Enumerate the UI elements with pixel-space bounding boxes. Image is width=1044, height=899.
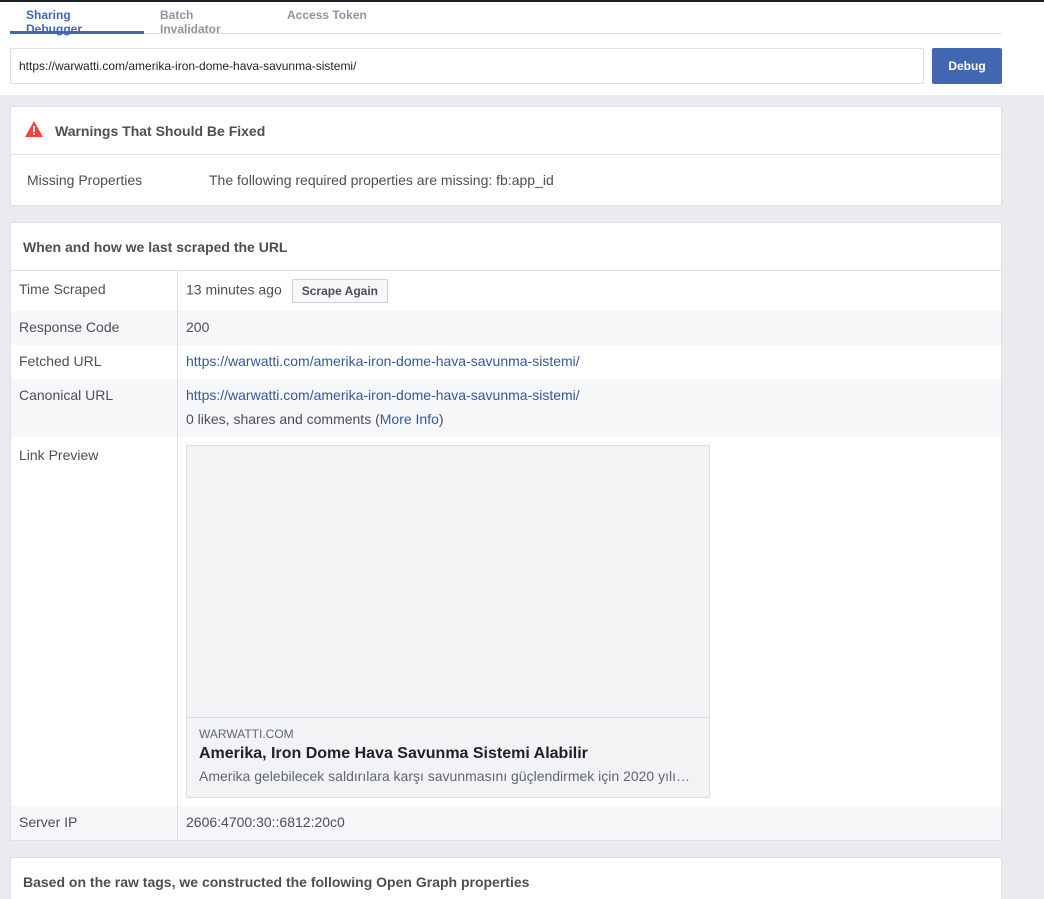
tab-sharing-debugger[interactable]: Sharing Debugger — [10, 2, 144, 36]
link-preview-card[interactable]: WARWATTI.COM Amerika, Iron Dome Hava Sav… — [186, 445, 710, 798]
time-scraped-cell: 13 minutes ago Scrape Again — [178, 271, 1001, 311]
engagement-close: ) — [438, 411, 444, 427]
fetched-url-row: Fetched URL https://warwatti.com/amerika… — [11, 345, 1001, 379]
preview-domain: WARWATTI.COM — [199, 727, 294, 741]
missing-properties-row: Missing Properties The following require… — [11, 155, 1001, 205]
response-code-value: 200 — [186, 319, 210, 335]
canonical-url-label: Canonical URL — [11, 379, 178, 437]
server-ip-label: Server IP — [11, 806, 178, 840]
response-code-label: Response Code — [11, 311, 178, 345]
preview-image — [187, 446, 709, 718]
og-title: Based on the raw tags, we constructed th… — [23, 874, 530, 890]
time-scraped-value: 13 minutes ago — [186, 281, 282, 298]
scrape-again-button[interactable]: Scrape Again — [291, 279, 388, 303]
time-scraped-label: Time Scraped — [11, 271, 178, 311]
missing-properties-label: Missing Properties — [27, 172, 143, 188]
toolbar-area: Sharing Debugger Batch Invalidator Acces… — [0, 0, 1044, 95]
response-code-row: Response Code 200 — [11, 311, 1001, 345]
server-ip-value: 2606:4700:30::6812:20c0 — [186, 814, 345, 830]
warning-triangle-icon — [25, 121, 43, 140]
warnings-card: Warnings That Should Be Fixed Missing Pr… — [10, 106, 1002, 206]
server-ip-row: Server IP 2606:4700:30::6812:20c0 — [11, 806, 1001, 840]
warnings-title: Warnings That Should Be Fixed — [55, 122, 266, 139]
missing-properties-value: The following required properties are mi… — [209, 172, 554, 188]
engagement-text: 0 likes, shares and comments ( — [186, 411, 380, 427]
time-scraped-row: Time Scraped 13 minutes ago Scrape Again — [11, 271, 1001, 311]
tab-access-token[interactable]: Access Token — [271, 2, 383, 34]
canonical-url-row: Canonical URL https://warwatti.com/ameri… — [11, 379, 1001, 437]
debug-button[interactable]: Debug — [932, 48, 1002, 84]
tab-batch-invalidator[interactable]: Batch Invalidator — [144, 2, 271, 36]
preview-title: Amerika, Iron Dome Hava Savunma Sistemi … — [199, 745, 588, 762]
fetched-url-link[interactable]: https://warwatti.com/amerika-iron-dome-h… — [186, 353, 580, 369]
preview-description: Amerika gelebilecek saldırılara karşı sa… — [199, 768, 697, 784]
og-card: Based on the raw tags, we constructed th… — [10, 857, 1002, 899]
url-input[interactable] — [10, 48, 924, 84]
more-info-link[interactable]: More Info — [380, 411, 439, 427]
scrape-card: When and how we last scraped the URL Tim… — [10, 222, 1002, 841]
warnings-header: Warnings That Should Be Fixed — [11, 107, 1001, 155]
link-preview-row: Link Preview WARWATTI.COM Amerika, Iron … — [11, 437, 1001, 806]
scrape-title: When and how we last scraped the URL — [11, 223, 1001, 271]
tab-bar: Sharing Debugger Batch Invalidator Acces… — [10, 2, 1002, 36]
fetched-url-label: Fetched URL — [11, 345, 178, 379]
canonical-url-link[interactable]: https://warwatti.com/amerika-iron-dome-h… — [186, 387, 580, 403]
link-preview-label: Link Preview — [11, 437, 178, 806]
